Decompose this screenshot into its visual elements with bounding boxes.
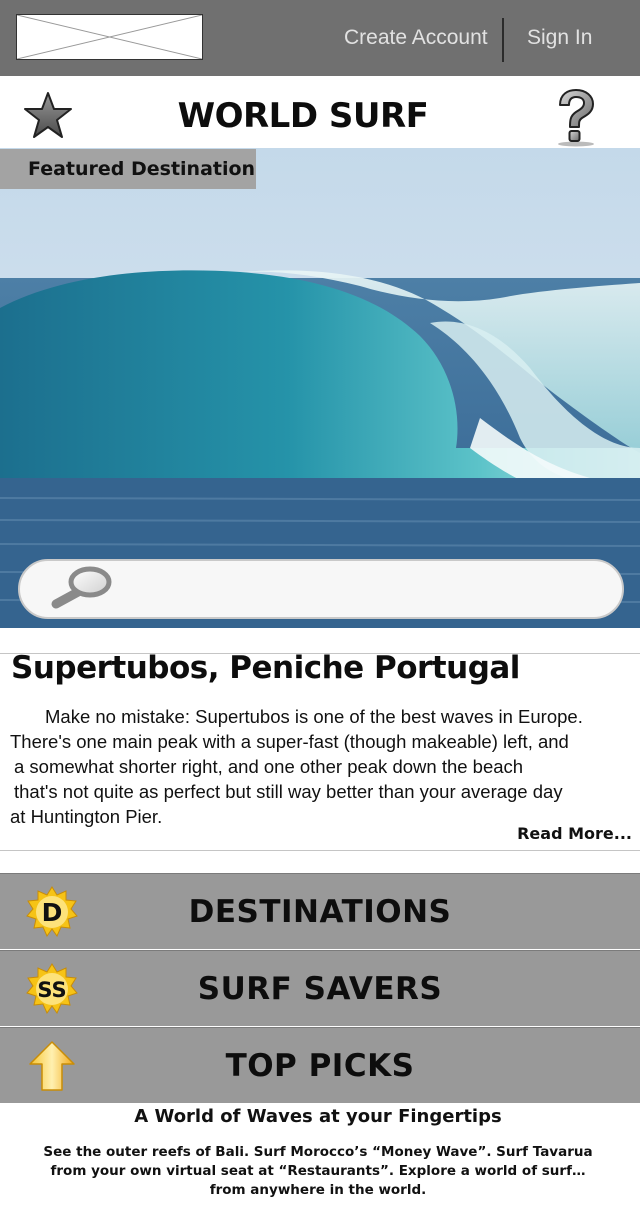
menu-label-destinations: DESTINATIONS: [188, 894, 452, 930]
topbar-divider: [502, 18, 504, 62]
create-account-link[interactable]: Create Account: [344, 26, 488, 50]
menu-item-surf-savers[interactable]: SS SURF SAVERS: [0, 950, 640, 1026]
menu-item-top-picks[interactable]: TOP PICKS: [0, 1027, 640, 1103]
featured-destination-label: Featured Destination: [0, 149, 256, 189]
footer-text: See the outer reefs of Bali. Surf Morocc…: [0, 1143, 636, 1200]
article-line: There's one main peak with a super-fast …: [10, 731, 569, 752]
menu-label-surf-savers: SURF SAVERS: [197, 971, 443, 1007]
article-line: that's not quite as perfect but still wa…: [14, 781, 563, 802]
page-title: WORLD SURF: [177, 96, 429, 136]
sign-in-link[interactable]: Sign In: [527, 26, 592, 50]
logo-placeholder-image[interactable]: [16, 14, 203, 60]
footer-title: A World of Waves at your Fingertips: [134, 1106, 502, 1127]
article-title: Supertubos, Peniche Portugal: [11, 650, 520, 686]
featured-hero-image[interactable]: [0, 148, 640, 628]
question-mark-icon[interactable]: [551, 88, 601, 148]
read-more-link[interactable]: Read More...: [517, 824, 632, 843]
top-bar: Create Account Sign In: [0, 0, 640, 76]
magnifier-icon[interactable]: [48, 566, 112, 612]
article-divider-bottom: [0, 850, 640, 851]
footer-line: See the outer reefs of Bali. Surf Morocc…: [43, 1144, 593, 1160]
article-line: Make no mistake: Supertubos is one of th…: [45, 706, 583, 727]
footer-line: from anywhere in the world.: [209, 1182, 427, 1198]
article-line: a somewhat shorter right, and one other …: [14, 756, 524, 777]
menu-label-top-picks: TOP PICKS: [225, 1048, 415, 1084]
search-input[interactable]: [120, 570, 600, 608]
menu-item-destinations[interactable]: D DESTINATIONS: [0, 873, 640, 949]
footer-line: from your own virtual seat at “Restauran…: [50, 1163, 586, 1179]
article-body: Make no mistake: Supertubos is one of th…: [10, 704, 628, 829]
